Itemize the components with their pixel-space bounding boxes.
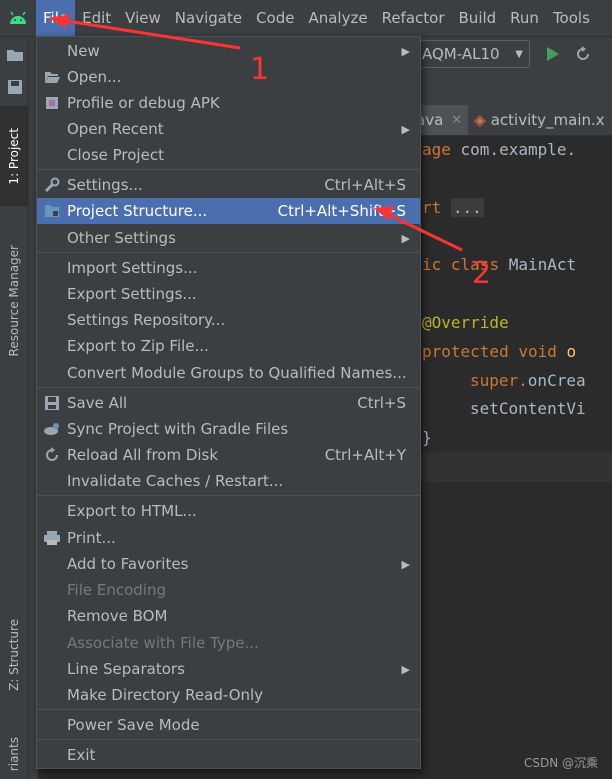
menu-item-line-separators[interactable]: Line Separators ▶ [37,656,420,682]
tab-structure[interactable]: Z: Structure [0,600,28,710]
code-line: setContentVi [470,399,586,418]
tab-structure-label: Z: Structure [7,619,21,691]
chevron-right-icon: ▶ [401,557,410,571]
xml-file-icon: ◈ [474,111,486,129]
rerun-icon[interactable] [572,43,594,65]
menu-separator [37,709,420,710]
annotation-label-1: 1 [250,52,270,87]
tab-resource-manager[interactable]: Resource Manager [0,226,28,376]
menu-item-sync-gradle[interactable]: Sync Project with Gradle Files [37,416,420,442]
menu-analyze[interactable]: Analyze [301,0,374,36]
menu-item-project-structure[interactable]: Project Structure... Ctrl+Alt+Shift+S [37,198,420,224]
chevron-right-icon: ▶ [401,662,410,676]
chevron-down-icon: ▼ [515,48,523,60]
menu-item-convert-module-groups[interactable]: Convert Module Groups to Qualified Names… [37,360,420,386]
code-line: rt ... [422,198,484,217]
menu-file[interactable]: File [36,0,76,36]
folder-icon[interactable] [4,44,26,66]
menu-item-settings[interactable]: Settings... Ctrl+Alt+S [37,172,420,198]
open-folder-icon [37,71,67,84]
tab-resource-manager-label: Resource Manager [7,245,21,357]
menu-separator [37,169,420,170]
menu-item-file-encoding: File Encoding [67,581,166,599]
menu-item-save-all[interactable]: Save All Ctrl+S [37,390,420,416]
menu-item-remove-bom[interactable]: Remove BOM [37,603,420,629]
wrench-icon [37,177,67,193]
tab-activity-main-label: activity_main.x [490,111,605,129]
tab-build-variants[interactable]: riants [0,730,28,779]
code-line: } [422,428,432,447]
editor-tabs: ava ✕ ◈ activity_main.x [410,105,612,136]
menu-item-settings-repository[interactable]: Settings Repository... [37,307,420,333]
menu-separator [37,252,420,253]
tab-build-variants-label: riants [7,737,21,772]
menu-item-profile-apk[interactable]: Profile or debug APK [37,90,420,116]
menu-bar: File Edit View Navigate Code Analyze Ref… [0,0,612,37]
run-icon[interactable] [542,43,564,65]
menu-item-export-zip[interactable]: Export to Zip File... [37,333,420,359]
annotation-label-2: 2 [472,256,492,291]
chevron-right-icon: ▶ [401,44,410,58]
menu-item-new[interactable]: New ▶ [37,38,420,64]
tab-project[interactable]: 1: Project [0,106,28,206]
watermark: CSDN @沉乘 [523,756,598,770]
code-line: super.onCrea [470,371,586,390]
code-line: ic class MainAct [422,255,577,274]
save-icon[interactable] [4,76,26,98]
menu-separator [37,387,420,388]
menu-item-reload-disk[interactable]: Reload All from Disk Ctrl+Alt+Y [37,442,420,468]
menu-item-open-recent[interactable]: Open Recent ▶ [37,116,420,142]
file-menu: New ▶ Open... Profile or debug APK Open … [36,36,421,769]
menu-edit[interactable]: Edit [75,0,118,36]
code-line: protected void o [422,342,577,361]
menu-tools[interactable]: Tools [546,0,597,36]
menu-item-add-favorites[interactable]: Add to Favorites ▶ [37,551,420,577]
menu-item-invalidate-caches[interactable]: Invalidate Caches / Restart... [37,468,420,494]
menu-item-export-html[interactable]: Export to HTML... [37,498,420,524]
menu-item-make-read-only[interactable]: Make Directory Read-Only [37,682,420,708]
menu-code[interactable]: Code [249,0,301,36]
chevron-right-icon: ▶ [401,231,410,245]
menu-item-associate-file-type: Associate with File Type... [67,634,259,652]
close-icon[interactable]: ✕ [451,113,462,128]
menu-navigate[interactable]: Navigate [168,0,249,36]
project-structure-icon [37,204,67,218]
menu-separator [37,495,420,496]
code-line: @Override [422,313,509,332]
save-icon [37,395,67,411]
menu-item-export-settings[interactable]: Export Settings... [37,281,420,307]
menu-item-open[interactable]: Open... [37,64,420,90]
menu-item-print[interactable]: Print... [37,525,420,551]
printer-icon [37,530,67,546]
menu-item-exit[interactable]: Exit [37,742,420,768]
android-studio-logo-icon [0,0,36,36]
tab-project-label: 1: Project [7,127,21,185]
menu-separator [37,739,420,740]
run-config-label: AQM-AL10 [422,45,500,63]
run-config-dropdown[interactable]: AQM-AL10 ▼ [414,40,530,68]
menu-view[interactable]: View [118,0,168,36]
menu-refactor[interactable]: Refactor [375,0,452,36]
chevron-right-icon: ▶ [401,122,410,136]
menu-run[interactable]: Run [503,0,546,36]
menu-build[interactable]: Build [452,0,504,36]
menu-item-import-settings[interactable]: Import Settings... [37,255,420,281]
gradle-sync-icon [37,421,67,437]
tab-activity-main[interactable]: ◈ activity_main.x [468,105,610,135]
caret-line [410,452,612,482]
menu-item-close-project[interactable]: Close Project [37,142,420,168]
menu-item-power-save[interactable]: Power Save Mode [37,712,420,738]
code-line: age com.example. [422,140,577,159]
code-editor[interactable]: age com.example. rt ... ic class MainAct… [410,136,612,779]
apk-icon [37,95,67,111]
reload-icon [37,447,67,463]
menu-item-other-settings[interactable]: Other Settings ▶ [37,225,420,251]
